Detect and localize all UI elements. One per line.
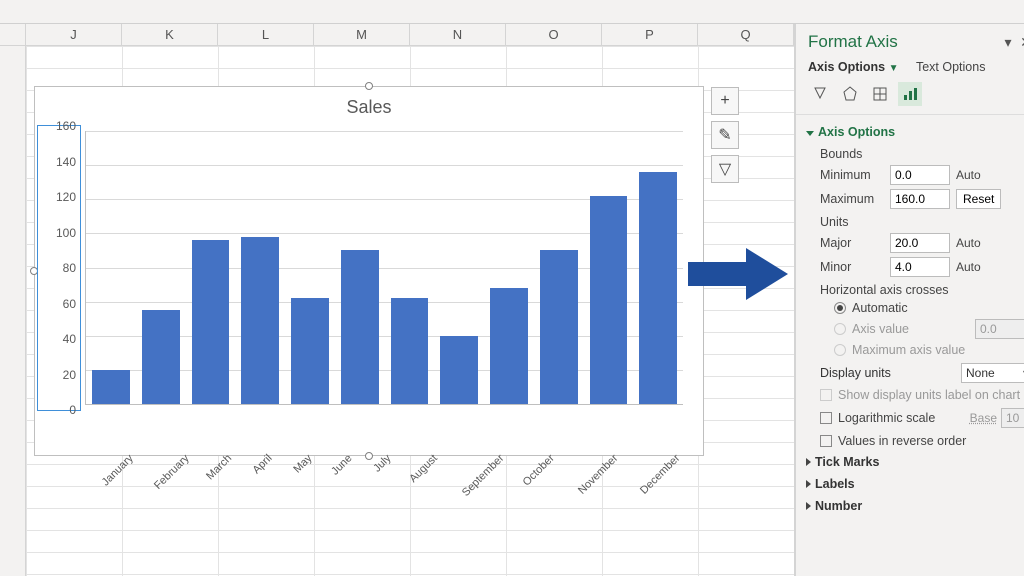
format-axis-pane: Format Axis ▾ ✕ Axis Options ▼ Text Opti… — [795, 24, 1024, 576]
base-label: Base — [970, 411, 997, 425]
minor-auto-label: Auto — [956, 260, 981, 274]
col-header[interactable]: N — [410, 24, 506, 45]
bar[interactable] — [92, 370, 130, 404]
y-axis-selection[interactable]: 160 140 120 100 80 60 40 20 0 — [37, 125, 81, 411]
show-units-check — [820, 389, 832, 401]
bar[interactable] — [192, 240, 230, 404]
minor-input[interactable] — [890, 257, 950, 277]
y-tick-label: 160 — [56, 119, 76, 133]
effects-icon[interactable] — [838, 82, 862, 106]
tab-axis-options[interactable]: Axis Options — [808, 60, 885, 74]
radio-axis-value-label: Axis value — [852, 322, 909, 336]
bounds-label: Bounds — [806, 143, 1024, 163]
max-input[interactable] — [890, 189, 950, 209]
max-label: Maximum — [820, 192, 884, 206]
minor-label: Minor — [820, 260, 884, 274]
column-headers: J K L M N O P Q — [0, 24, 794, 46]
bar[interactable] — [639, 172, 677, 404]
y-tick-label: 40 — [63, 332, 76, 346]
radio-axis-value[interactable] — [834, 323, 846, 335]
fill-line-icon[interactable] — [808, 82, 832, 106]
chart-title[interactable]: Sales — [35, 97, 703, 118]
base-input — [1001, 408, 1024, 428]
major-label: Major — [820, 236, 884, 250]
reverse-order-check[interactable] — [820, 435, 832, 447]
chart-elements-button[interactable]: + — [711, 87, 739, 115]
col-header[interactable]: Q — [698, 24, 794, 45]
row-headers — [0, 46, 26, 576]
major-auto-label: Auto — [956, 236, 981, 250]
max-reset-button[interactable]: Reset — [956, 189, 1001, 209]
min-label: Minimum — [820, 168, 884, 182]
section-number[interactable]: Number — [806, 495, 1024, 517]
log-scale-check[interactable] — [820, 412, 832, 424]
col-header[interactable]: O — [506, 24, 602, 45]
reverse-order-label: Values in reverse order — [838, 434, 966, 448]
ribbon-placeholder — [0, 0, 1024, 24]
bar[interactable] — [341, 250, 379, 404]
col-header[interactable]: L — [218, 24, 314, 45]
axis-options-icon[interactable] — [898, 82, 922, 106]
resize-handle[interactable] — [365, 452, 373, 460]
tab-text-options[interactable]: Text Options — [916, 60, 985, 74]
bar[interactable] — [490, 288, 528, 404]
min-input[interactable] — [890, 165, 950, 185]
bar[interactable] — [540, 250, 578, 404]
plot-inner — [85, 131, 683, 405]
radio-automatic[interactable] — [834, 302, 846, 314]
y-tick-label: 140 — [56, 155, 76, 169]
y-tick-label: 80 — [63, 261, 76, 275]
chart-styles-button[interactable]: ✎ — [711, 121, 739, 149]
bar[interactable] — [590, 196, 628, 404]
display-units-select[interactable]: None▼ — [961, 363, 1024, 383]
hac-label: Horizontal axis crosses — [806, 279, 1024, 299]
select-all-corner[interactable] — [0, 24, 26, 45]
display-units-label: Display units — [820, 366, 891, 380]
col-header[interactable]: K — [122, 24, 218, 45]
pane-title: Format Axis — [808, 32, 999, 52]
col-header[interactable]: J — [26, 24, 122, 45]
major-input[interactable] — [890, 233, 950, 253]
col-header[interactable]: M — [314, 24, 410, 45]
y-tick-label: 0 — [69, 403, 76, 417]
chevron-down-icon[interactable]: ▼ — [889, 63, 899, 74]
show-units-label: Show display units label on chart — [838, 388, 1020, 402]
radio-max-axis-value-label: Maximum axis value — [852, 343, 965, 357]
annotation-arrow-icon — [688, 244, 788, 304]
y-tick-label: 120 — [56, 190, 76, 204]
units-label: Units — [806, 211, 1024, 231]
axis-value-input — [975, 319, 1024, 339]
worksheet-area[interactable]: J K L M N O P Q Sales 160 140 120 — [0, 24, 795, 576]
min-auto-label: Auto — [956, 168, 981, 182]
plot-area[interactable]: 160 140 120 100 80 60 40 20 0 — [85, 131, 683, 405]
col-header[interactable]: P — [602, 24, 698, 45]
section-labels[interactable]: Labels — [806, 473, 1024, 495]
pane-menu-button[interactable]: ▾ — [999, 34, 1017, 51]
resize-handle[interactable] — [365, 82, 373, 90]
size-properties-icon[interactable] — [868, 82, 892, 106]
bar[interactable] — [291, 298, 329, 404]
bar-series[interactable] — [86, 131, 683, 404]
x-axis-labels[interactable]: JanuaryFebruaryMarchAprilMayJuneJulyAugu… — [85, 441, 683, 453]
chart-filters-button[interactable]: ▽ — [711, 155, 739, 183]
bar[interactable] — [142, 310, 180, 404]
bar[interactable] — [391, 298, 429, 404]
bar[interactable] — [241, 237, 279, 404]
y-tick-label: 60 — [63, 297, 76, 311]
radio-max-axis-value[interactable] — [834, 344, 846, 356]
pane-close-button[interactable]: ✕ — [1017, 34, 1024, 51]
y-tick-label: 20 — [63, 368, 76, 382]
radio-automatic-label: Automatic — [852, 301, 908, 315]
section-tick-marks[interactable]: Tick Marks — [806, 451, 1024, 473]
embedded-chart[interactable]: Sales 160 140 120 100 80 60 40 20 0 — [34, 86, 704, 456]
bar[interactable] — [440, 336, 478, 404]
section-axis-options[interactable]: Axis Options — [806, 121, 1024, 143]
log-scale-label: Logarithmic scale — [838, 411, 935, 425]
y-tick-label: 100 — [56, 226, 76, 240]
